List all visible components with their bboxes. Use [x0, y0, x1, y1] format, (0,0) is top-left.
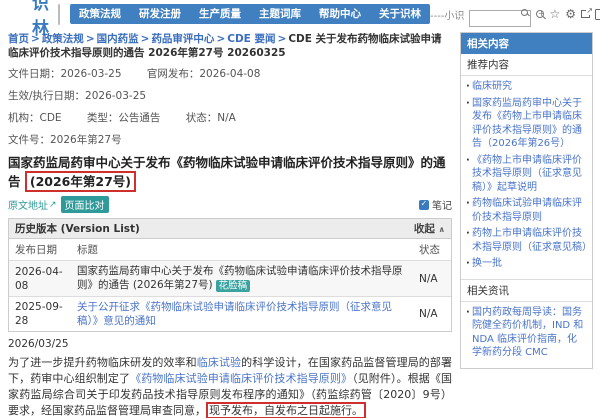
redline-badge[interactable]: 花脸稿 — [216, 280, 251, 292]
sidebar-link-draft-note[interactable]: 《药物上市申请临床评价技术指导原则（征求意见稿）》起草说明 — [466, 154, 587, 195]
doc-title-number-highlight: (2026年第27号) — [25, 171, 136, 192]
top-header: 识林 资讯 社区 视频 政策法规 研发注册 生产质量 主题词库 帮助中心 关于识… — [0, 0, 600, 28]
file-no-label: 文件号： — [8, 134, 50, 146]
collapse-button[interactable]: 收起 ∧ — [414, 221, 445, 236]
sidebar-link-clinical-research[interactable]: 临床研究 — [466, 80, 587, 94]
clinical-trial-link[interactable]: 临床试验 — [197, 356, 241, 369]
file-no-value: 2026年第27号 — [50, 134, 122, 146]
breadcrumb-separator: > — [276, 33, 289, 45]
page-compare-button[interactable]: 页面比对 — [61, 196, 109, 213]
breadcrumb-separator: > — [29, 33, 42, 45]
notice-date: 2026/03/25 — [8, 338, 452, 350]
paragraph-text: 为了进一步提升药物临床研发的效率和 — [8, 356, 197, 369]
col-header-status: 状态 — [413, 239, 451, 261]
nav-policy[interactable]: 政策法规 — [70, 4, 130, 24]
guideline-link[interactable]: 《药物临床试验申请临床评价技术指导原则》 — [130, 372, 352, 385]
nav-about[interactable]: 关于识林 — [370, 4, 430, 24]
file-date-value: 2026-03-25 — [61, 68, 122, 80]
nav-thesaurus[interactable]: 主题词库 — [250, 4, 310, 24]
agency-value: CDE — [40, 112, 62, 124]
site-pub-label: 官网发布： — [147, 68, 200, 80]
effective-statement-highlight: 现予发布，自发布之日起施行。 — [206, 402, 366, 418]
star-icon[interactable]: ☆ — [549, 8, 560, 20]
table-row: 2025-09-28 关于公开征求《药物临床试验申请临床评价技术指导原则（征求意… — [9, 297, 451, 332]
document-meta: 文件日期：2026-03-25 官网发布：2026-04-08 生效/执行日期：… — [8, 66, 452, 147]
share-icon[interactable] — [581, 10, 590, 18]
notes-checkbox[interactable] — [419, 200, 429, 210]
refresh-batch-link[interactable]: 换一批 — [466, 257, 587, 271]
sidebar-title: 相关内容 — [461, 33, 592, 54]
source-url-link[interactable]: 原文地址 — [8, 197, 48, 212]
version-table: 发布日期 标题 状态 2026-04-08 国家药监局药审中心关于发布《药物临床… — [9, 239, 451, 331]
sidebar-link-guideline-draft[interactable]: 药物上市申请临床评价技术指导原则（征求意见稿） — [466, 227, 587, 254]
related-sidebar: 相关内容 推荐内容 临床研究 国家药监局药审中心关于发布《药物上市申请临床评价技… — [460, 32, 593, 369]
sidebar-link-notice-26[interactable]: 国家药监局药审中心关于发布《药物上市申请临床评价技术指导原则》的通告（2026年… — [466, 97, 587, 151]
page-title: 国家药监局药审中心关于发布《药物临床试验申请临床评价技术指导原则》的通告 (20… — [8, 154, 452, 192]
chevron-up-icon: ∧ — [439, 225, 446, 234]
notes-label: 笔记 — [432, 197, 452, 212]
nav-production[interactable]: 生产质量 — [190, 4, 250, 24]
news-list: 国内药政每周导读：国务院健全药价机制，IND 和 NDA 临床评价指南，化学新药… — [461, 302, 592, 368]
breadcrumb-domestic[interactable]: 国内药监 — [97, 33, 139, 45]
doc-toolbar: 原文地址 ↗ 页面比对 笔记 — [8, 196, 452, 213]
zoom-search-icon[interactable] — [536, 10, 544, 18]
section-tabs: 资讯 社区 视频 — [58, 4, 60, 25]
breadcrumb-cde[interactable]: 药品审评中心 — [151, 33, 214, 45]
table-row: 2026-04-08 国家药监局药审中心关于发布《药物临床试验申请临床评价技术指… — [9, 261, 451, 297]
version-title-link[interactable]: 关于公开征求《药物临床试验申请临床评价技术指导原则（征求意见稿）》意见的通知 — [77, 301, 392, 327]
breadcrumb-separator: > — [139, 33, 152, 45]
search-box — [469, 6, 531, 23]
main-nav: 政策法规 研发注册 生产质量 主题词库 帮助中心 关于识林 — [70, 4, 430, 24]
type-label: 类型： — [87, 112, 119, 124]
version-date: 2025-09-28 — [9, 297, 71, 332]
header-right: ----小识 ☆ ⚙ — [430, 6, 600, 23]
status-value: N/A — [217, 112, 236, 124]
version-list-title: 历史版本 (Version List) — [15, 221, 140, 236]
sidebar-link-weekly-digest[interactable]: 国内药政每周导读：国务院健全药价机制，IND 和 NDA 临床评价指南，化学新药… — [466, 306, 587, 360]
effective-date-value: 2026-03-25 — [85, 90, 146, 102]
site-pub-value: 2026-04-08 — [199, 68, 260, 80]
breadcrumb-separator: > — [214, 33, 227, 45]
notice-paragraph: 为了进一步提升药物临床研发的效率和临床试验的科学设计，在国家药品监督管理局的部署… — [8, 355, 452, 418]
col-header-date: 发布日期 — [9, 239, 71, 261]
tab-news[interactable]: 资讯 — [59, 5, 60, 24]
recommend-section-title: 推荐内容 — [461, 54, 592, 76]
breadcrumb-cde-news[interactable]: CDE 要闻 — [227, 33, 275, 45]
sidebar-link-guideline[interactable]: 药物临床试验申请临床评价技术指导原则 — [466, 197, 587, 224]
gear-icon[interactable]: ⚙ — [565, 8, 576, 20]
file-date-label: 文件日期： — [8, 68, 61, 80]
agency-label: 机构： — [8, 112, 40, 124]
nav-help[interactable]: 帮助中心 — [310, 4, 370, 24]
external-link-icon: ↗ — [49, 200, 57, 210]
breadcrumb-separator: > — [84, 33, 97, 45]
breadcrumb-home[interactable]: 首页 — [8, 33, 29, 45]
breadcrumb: 首页>政策法规>国内药监>药品审评中心>CDE 要闻>CDE 关于发布药物临床试… — [8, 32, 452, 60]
type-value: 公告通告 — [118, 112, 160, 124]
news-section-title: 相关资讯 — [461, 280, 592, 302]
mobile-icon[interactable] — [595, 9, 600, 20]
breadcrumb-policy[interactable]: 政策法规 — [42, 33, 84, 45]
col-header-title: 标题 — [71, 239, 413, 261]
search-icon[interactable] — [521, 9, 528, 16]
user-greeting: ----小识 — [430, 7, 464, 22]
effective-date-label: 生效/执行日期： — [8, 90, 85, 102]
nav-rnd[interactable]: 研发注册 — [130, 4, 190, 24]
version-date: 2026-04-08 — [9, 261, 71, 297]
main-content: 首页>政策法规>国内药监>药品审评中心>CDE 要闻>CDE 关于发布药物临床试… — [8, 32, 452, 418]
recommend-list: 临床研究 国家药监局药审中心关于发布《药物上市申请临床评价技术指导原则》的通告（… — [461, 76, 592, 280]
version-status: N/A — [413, 297, 451, 332]
version-status: N/A — [413, 261, 451, 297]
status-label: 状态： — [186, 112, 218, 124]
version-list-panel: 历史版本 (Version List) 收起 ∧ 发布日期 标题 状态 2026… — [8, 218, 452, 332]
